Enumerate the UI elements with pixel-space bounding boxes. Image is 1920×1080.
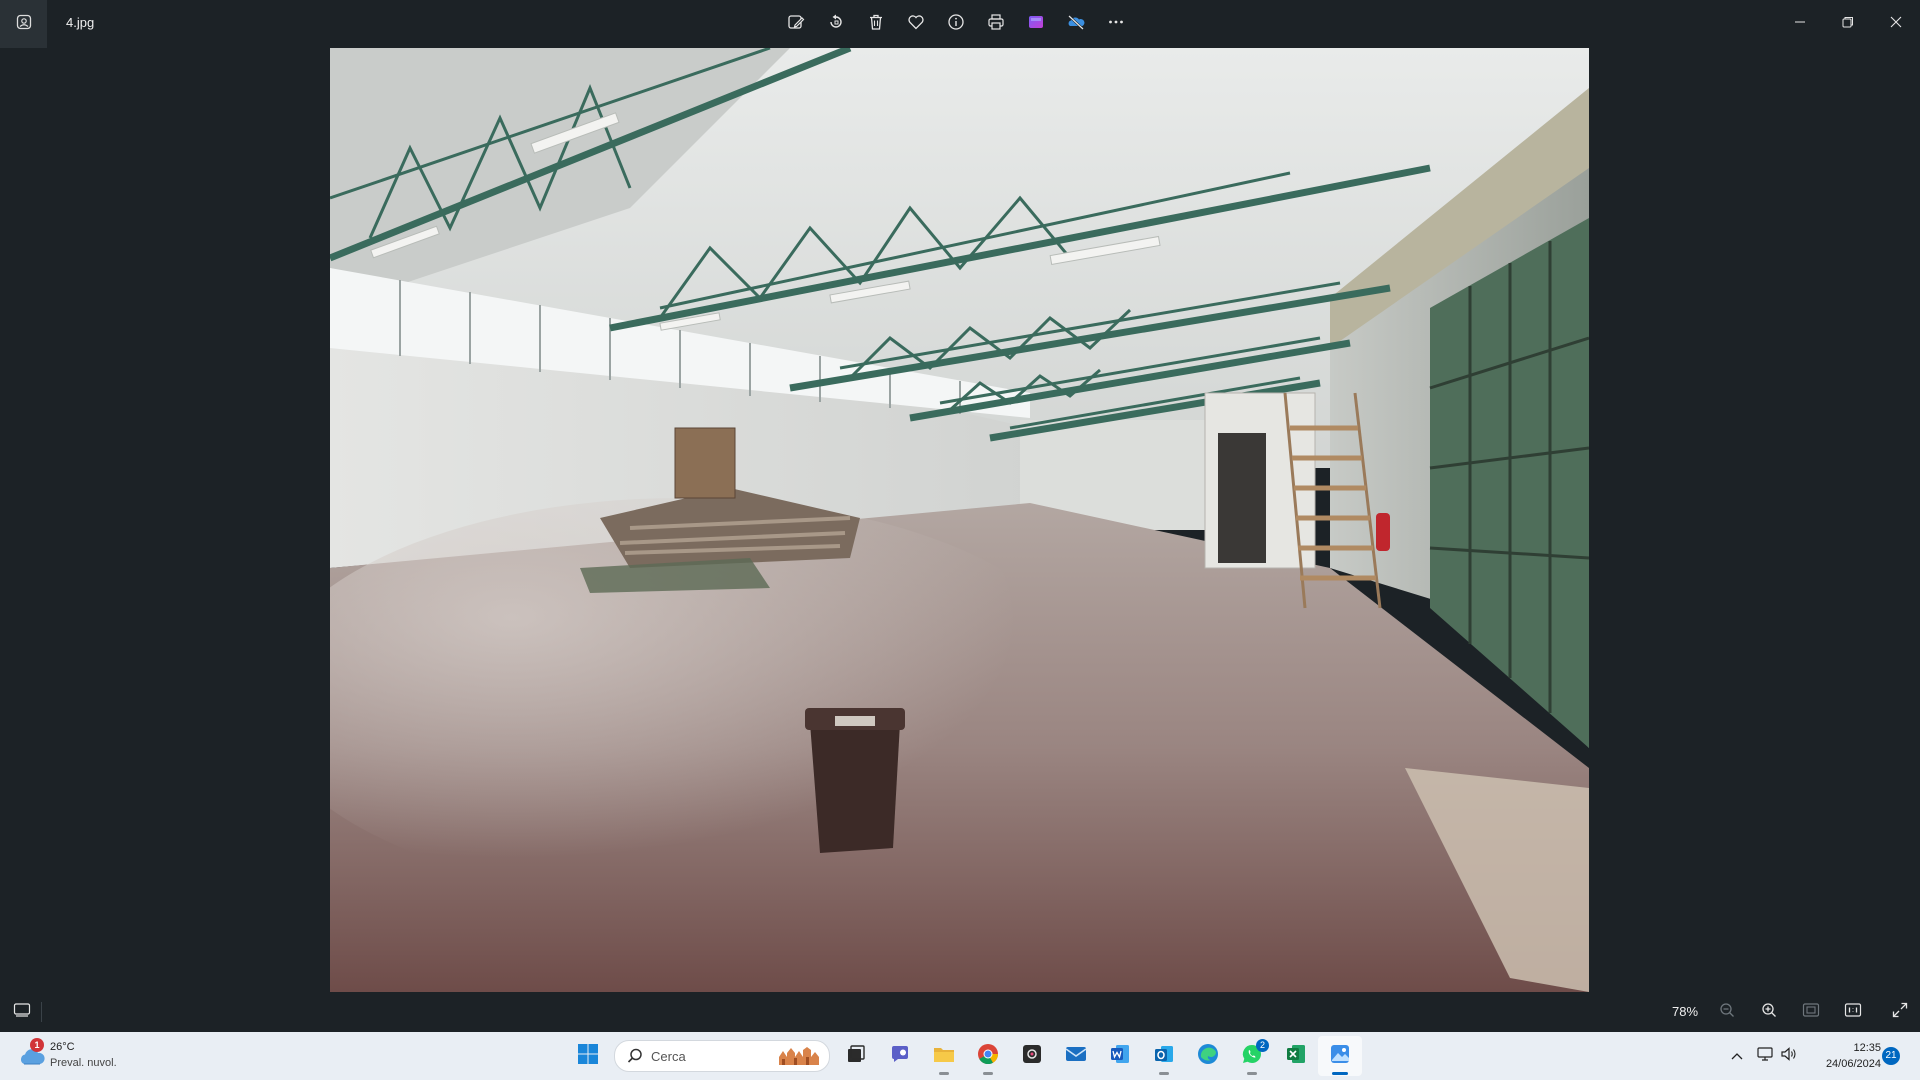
windows-taskbar: 1 26°C Preval. nuvol. Cerca 2 12:35 24/0… [0,1032,1920,1080]
word-button[interactable] [1098,1036,1142,1076]
taskbar-apps: Cerca 2 [566,1036,1362,1076]
filmstrip-icon [13,1002,31,1023]
edge-button[interactable] [1186,1036,1230,1076]
edit-image-icon [787,13,805,36]
zoom-out-button[interactable] [1713,998,1741,1026]
trash-icon [867,13,885,36]
whatsapp-badge: 2 [1256,1039,1269,1052]
windows-logo-icon [577,1043,599,1070]
full-screen-button[interactable] [1886,998,1914,1026]
rotate-icon [827,13,845,36]
delete-button[interactable] [860,8,892,40]
photo-canvas[interactable] [330,48,1589,992]
photos-app-button[interactable] [0,0,47,48]
file-explorer-button[interactable] [922,1036,966,1076]
actual-size-button[interactable] [1839,998,1867,1026]
warehouse-photo [330,48,1589,992]
outlook-button[interactable] [1142,1036,1186,1076]
weather-temperature: 26°C [50,1041,75,1053]
running-indicator [939,1072,949,1075]
active-indicator [1332,1072,1348,1075]
network-icon [1756,1046,1774,1067]
zoom-level[interactable]: 78% [1672,1004,1698,1019]
fit-to-window-button[interactable] [1797,998,1825,1026]
close-icon [1890,15,1902,33]
favorite-button[interactable] [900,8,932,40]
close-button[interactable] [1872,0,1920,48]
running-indicator [1159,1072,1169,1075]
word-icon [1109,1043,1131,1070]
chevron-up-icon [1731,1047,1743,1065]
task-view-button[interactable] [834,1036,878,1076]
speaker-icon [1780,1046,1798,1067]
viewer-toolbar [780,8,1132,40]
rotate-button[interactable] [820,8,852,40]
zoom-out-icon [1719,1002,1735,1023]
minimize-icon [1794,15,1806,33]
excel-icon [1285,1043,1307,1070]
zoom-in-button[interactable] [1755,998,1783,1026]
clipchamp-icon [1027,13,1045,36]
clipchamp-button[interactable] [1020,8,1052,40]
volume-button[interactable] [1779,1046,1799,1066]
photos-button[interactable] [1318,1036,1362,1076]
running-indicator [983,1072,993,1075]
network-button[interactable] [1755,1046,1775,1066]
start-button[interactable] [566,1036,610,1076]
fit-window-icon [1802,1002,1820,1023]
zoom-in-icon [1761,1002,1777,1023]
outlook-icon [1153,1043,1175,1070]
edge-icon [1197,1043,1219,1070]
edit-image-button[interactable] [780,8,812,40]
running-indicator [1247,1072,1257,1075]
chrome-button[interactable] [966,1036,1010,1076]
window-controls [1776,0,1920,48]
actual-size-icon [1844,1002,1862,1023]
file-info-button[interactable] [940,8,972,40]
photos-app-icon [16,14,32,35]
search-placeholder: Cerca [651,1049,686,1064]
search-highlight-icon [777,1045,821,1072]
printer-icon [987,13,1005,36]
divider [41,1002,42,1022]
heart-icon [907,13,925,36]
viewer-bottom-bar: 78% [0,992,1920,1032]
mail-icon [1064,1044,1088,1069]
excel-button[interactable] [1274,1036,1318,1076]
camera-icon [1021,1043,1043,1070]
file-name: 4.jpg [66,15,95,30]
title-bar: 4.jpg [0,0,1920,48]
teams-chat-icon [889,1043,911,1070]
filmstrip-toggle-button[interactable] [8,998,36,1026]
notification-count-badge[interactable]: 21 [1882,1047,1900,1065]
weather-widget[interactable]: 1 26°C Preval. nuvol. [18,1038,138,1074]
minimize-button[interactable] [1776,0,1824,48]
clock-time[interactable]: 12:35 [1845,1042,1881,1054]
expand-icon [1892,1002,1908,1023]
more-icon [1107,13,1125,36]
restore-icon [1842,15,1854,33]
search-icon [627,1048,643,1069]
folder-icon [932,1043,956,1070]
restore-button[interactable] [1824,0,1872,48]
whatsapp-button[interactable]: 2 [1230,1036,1274,1076]
clock-date[interactable]: 24/06/2024 [1811,1058,1881,1070]
weather-description: Preval. nuvol. [50,1057,117,1069]
chrome-icon [977,1043,999,1070]
onedrive-off-icon [1066,13,1086,36]
show-hidden-icons-button[interactable] [1727,1046,1747,1066]
mail-button[interactable] [1054,1036,1098,1076]
task-view-icon [845,1043,867,1070]
more-options-button[interactable] [1100,8,1132,40]
info-icon [947,13,965,36]
weather-alert-badge: 1 [30,1038,44,1052]
teams-button[interactable] [878,1036,922,1076]
onedrive-button[interactable] [1060,8,1092,40]
print-button[interactable] [980,8,1012,40]
taskbar-search[interactable]: Cerca [614,1040,830,1072]
camera-app-button[interactable] [1010,1036,1054,1076]
photos-icon [1329,1043,1351,1070]
